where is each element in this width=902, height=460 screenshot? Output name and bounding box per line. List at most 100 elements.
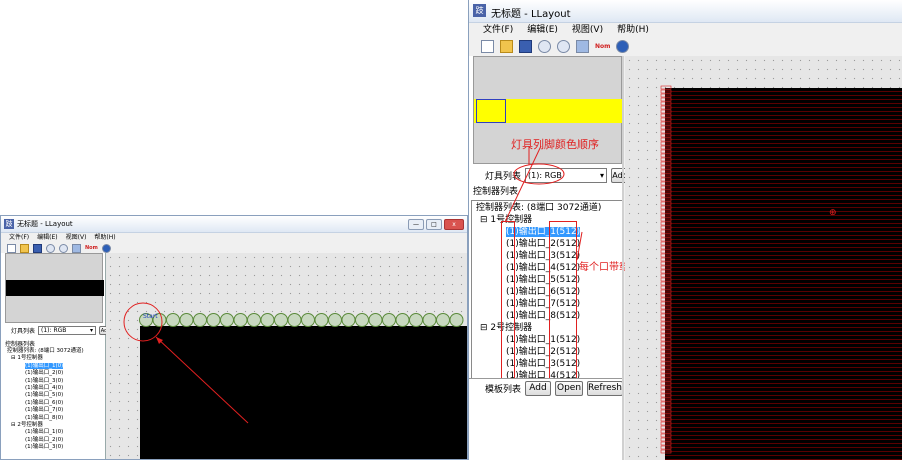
app-logo-icon: 跂 [4,219,14,229]
tree-port-label: (1)输出口_1(0) [25,362,64,369]
lamp-index-mark [660,433,672,438]
lamp-index-mark [660,281,672,286]
lamp-index-mark [660,349,672,354]
lamp-index-mark [660,309,672,314]
annotation-arrow [155,336,249,424]
lamp-index-mark [660,325,672,330]
lamp-list-label: 灯具列表 [11,328,36,335]
lamp-index-mark [660,161,672,166]
lamp-index-mark [660,229,672,234]
lamp-index-mark [660,193,672,198]
lamp-circle[interactable] [193,313,207,327]
lamp-circle[interactable] [328,313,342,327]
lamp-index-mark [660,413,672,418]
lamp-index-mark [660,145,672,150]
tree-port-item[interactable]: (1)输出口_3(0) [7,444,84,451]
menu-file[interactable]: 文件(F) [9,232,29,243]
menu-view[interactable]: 视图(V) [66,232,87,243]
lamp-index-mark [660,257,672,262]
lamp-circle[interactable] [233,313,248,327]
main-app-window: 跂 无标题 - LLayout 文件(F) 编辑(E) 视图(V) 帮助(H) … [468,0,902,460]
lamp-circle[interactable] [382,313,396,327]
lamp-circle[interactable] [449,313,464,327]
lamp-list-row: 灯具列表 (1): RGB ▾ Ad [11,326,110,335]
tree-port-item[interactable]: (1)输出口_1(0) [7,429,84,436]
tree-port-label: (1)输出口_6(0) [25,399,64,406]
lamp-preview [5,253,104,323]
lamp-circle[interactable] [220,313,234,327]
menu-edit[interactable]: 编辑(E) [37,232,57,243]
lamp-circle[interactable] [409,313,423,327]
lamp-index-mark [660,289,672,294]
lamp-index-mark [660,397,672,402]
lamp-circle[interactable] [260,313,275,327]
lamp-index-mark [660,225,672,230]
lamp-circle[interactable] [301,313,315,327]
lamp-index-mark [660,369,672,374]
lamp-index-mark [660,233,672,238]
lamp-index-mark [660,189,672,194]
undo-icon[interactable] [46,243,55,253]
lamp-index-mark [660,285,672,290]
tree-port-label: (1)输出口_8(0) [25,414,64,421]
lamp-index-mark [660,181,672,186]
nom-button[interactable]: Nom [85,245,98,251]
tree-port-item[interactable]: (1)输出口_5(0) [7,392,84,399]
lamp-index-mark [660,333,672,338]
lamp-index-mark [660,425,672,430]
maximize-button[interactable]: □ [426,219,442,230]
lamp-index-mark [660,213,672,218]
tree-port-label: (1)输出口_2(0) [25,370,64,377]
lamp-circle[interactable] [314,313,329,327]
lamp-index-mark [660,301,672,306]
close-button[interactable]: x [444,219,464,230]
lamp-index-mark [660,381,672,386]
lamp-index-mark [660,113,672,118]
tree-port-label: (1)输出口_2(0) [25,436,64,443]
lamp-circle[interactable] [179,313,194,327]
lamp-circle[interactable] [274,313,288,327]
lamp-circle[interactable] [422,313,437,327]
lamp-circle[interactable] [368,313,383,327]
lamp-circle[interactable] [287,313,302,327]
lamp-index-mark [660,313,672,318]
lamp-circle[interactable] [395,313,410,327]
lamp-index-mark [660,357,672,362]
lamp-index-mark [660,389,672,394]
layout-canvas[interactable]: ⊕ [625,56,902,460]
tree-port-item[interactable]: (1)输出口_3(0) [7,378,84,385]
lamp-circle[interactable] [341,313,356,327]
lamp-circle[interactable] [247,313,261,327]
lamp-index-mark [660,341,672,346]
tree-port-label: (1)输出口_4(0) [25,385,64,392]
menu-help[interactable]: 帮助(H) [94,232,115,243]
tree-port-item[interactable]: (1)输出口_2(0) [7,370,84,377]
minimize-button[interactable]: — [408,219,424,230]
splitter[interactable] [622,56,624,460]
lamp-index-mark [660,137,672,142]
tree-port-label: (1)输出口_3(0) [25,377,64,384]
preview-strip [6,280,104,296]
lamp-index-mark [660,149,672,154]
lamp-index-mark [660,241,672,246]
help-icon[interactable] [101,243,111,253]
lamp-circle[interactable] [206,313,221,327]
rectangle-icon[interactable] [72,243,81,253]
layout-canvas[interactable]: Start [106,253,467,459]
lamp-circle[interactable] [166,313,180,327]
lamp-index-mark [660,445,672,450]
lamp-index-mark [660,429,672,434]
lamp-index-mark [660,121,672,126]
open-folder-icon[interactable] [20,243,29,253]
save-icon[interactable] [33,243,42,253]
lamp-circle[interactable] [355,313,369,327]
window-controls: — □ x [408,219,464,230]
lamp-select[interactable]: (1): RGB ▾ [38,326,97,335]
tree-port-item[interactable]: (1)输出口_7(0) [7,407,84,414]
lamp-select-value: (1): RGB [41,327,67,334]
tree-controller-1[interactable]: ⊟ 1号控制器 [7,355,84,362]
redo-icon[interactable] [59,243,68,253]
tree-port-item[interactable]: (1)输出口_8(0) [7,415,84,422]
lamp-circle[interactable] [436,313,450,327]
new-file-icon[interactable] [7,243,16,253]
